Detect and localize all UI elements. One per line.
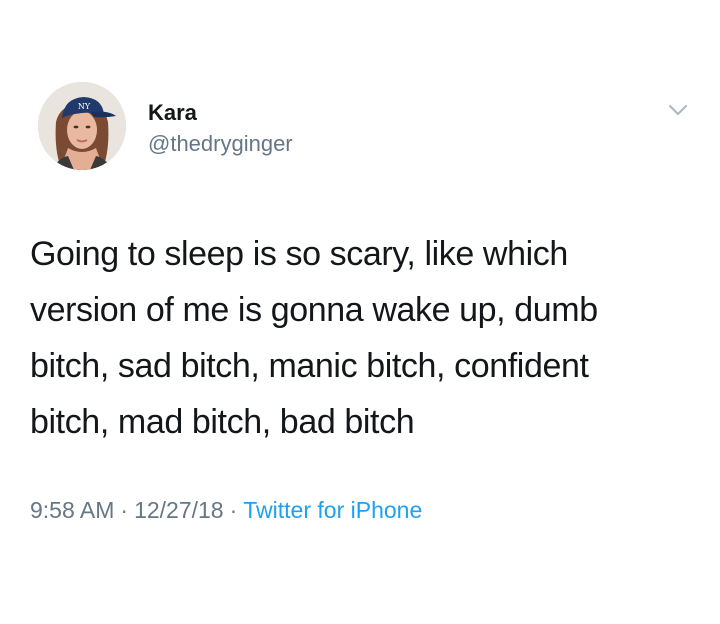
tweet-time[interactable]: 9:58 AM xyxy=(30,497,114,523)
meta-separator: · xyxy=(229,497,238,523)
tweet-text-line: bitch, sad bitch, manic bitch, confident xyxy=(30,347,589,385)
author-handle[interactable]: @thedryginger xyxy=(148,131,293,157)
tweet-source-link[interactable]: Twitter for iPhone xyxy=(243,497,422,523)
avatar[interactable]: NY xyxy=(38,82,126,170)
tweet-meta: 9:58 AM · 12/27/18 · Twitter for iPhone xyxy=(30,497,422,524)
tweet-text-line: bitch, mad bitch, bad bitch xyxy=(30,403,415,441)
profile-photo-icon: NY xyxy=(38,82,126,170)
author-display-name[interactable]: Kara xyxy=(148,100,197,126)
meta-separator: · xyxy=(120,497,129,523)
tweet-text: Going to sleep is so scary, like which v… xyxy=(30,226,700,450)
tweet-text-line: version of me is gonna wake up, dumb xyxy=(30,291,598,329)
chevron-down-icon[interactable] xyxy=(666,98,690,122)
tweet-card: NY Kara @thedryginger Going to sleep is … xyxy=(0,0,720,624)
tweet-text-line: Going to sleep is so scary, like which xyxy=(30,235,568,273)
svg-text:NY: NY xyxy=(78,102,91,111)
tweet-date[interactable]: 12/27/18 xyxy=(134,497,224,523)
